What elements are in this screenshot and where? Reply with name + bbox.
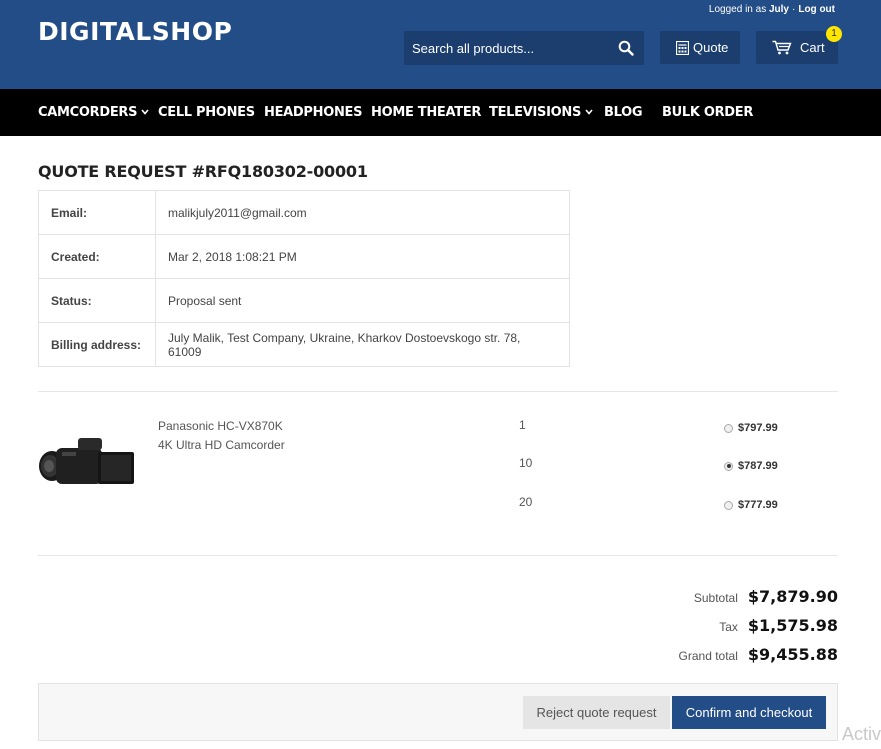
table-row: Status: Proposal sent	[38, 278, 570, 323]
product-description: 4K Ultra HD Camcorder	[158, 438, 285, 452]
quote-button[interactable]: Quote	[660, 31, 740, 64]
product-name[interactable]: Panasonic HC-VX870K 4K Ultra HD Camcorde…	[158, 417, 285, 455]
action-bar: Reject quote request Confirm and checkou…	[38, 683, 838, 741]
divider	[38, 555, 838, 556]
tier-quantity: 20	[519, 495, 533, 509]
product-model: Panasonic HC-VX870K	[158, 419, 283, 433]
grand-total-label: Grand total	[678, 649, 738, 663]
logo[interactable]: DIGITALSHOP	[38, 17, 232, 46]
grand-total-value: $9,455.88	[747, 645, 838, 664]
nav-headphones[interactable]: HEADPHONES	[264, 89, 363, 136]
subtotal-value: $7,879.90	[747, 587, 838, 606]
search-icon[interactable]	[618, 40, 634, 56]
tier-price: $797.99	[738, 422, 778, 434]
detail-key: Billing address:	[38, 322, 156, 367]
nav-blog[interactable]: BLOG	[604, 89, 643, 136]
divider	[38, 391, 838, 392]
username: July	[768, 4, 789, 15]
quote-label: Quote	[693, 40, 729, 55]
cart-label: Cart	[800, 40, 825, 55]
tier-radio[interactable]	[724, 423, 733, 433]
detail-value-status: Proposal sent	[155, 278, 570, 323]
cart-icon	[772, 40, 792, 55]
tier-price: $777.99	[738, 499, 778, 511]
logout-link[interactable]: Log out	[798, 4, 835, 15]
detail-value-created: Mar 2, 2018 1:08:21 PM	[155, 234, 570, 279]
nav-televisions[interactable]: TELEVISIONS	[489, 89, 593, 136]
search-box	[404, 31, 644, 65]
table-row: Billing address: July Malik, Test Compan…	[38, 322, 570, 367]
nav-camcorders[interactable]: CAMCORDERS	[38, 89, 149, 136]
subtotal-label: Subtotal	[693, 591, 738, 605]
detail-key: Status:	[38, 278, 156, 323]
nav-cell-phones[interactable]: CELL PHONES	[158, 89, 255, 136]
login-status: Logged in as July · Log out	[708, 4, 835, 15]
detail-value-billing-address: July Malik, Test Company, Ukraine, Khark…	[155, 322, 570, 367]
tax-label: Tax	[719, 620, 738, 634]
nav-label: TELEVISIONS	[489, 105, 582, 120]
detail-value-email: malikjuly2011@gmail.com	[155, 190, 570, 235]
tier-radio[interactable]	[724, 500, 733, 510]
quote-details-table: Email: malikjuly2011@gmail.com Created: …	[38, 190, 570, 367]
table-row: Email: malikjuly2011@gmail.com	[38, 190, 570, 235]
nav-home-theater[interactable]: HOME THEATER	[371, 89, 481, 136]
price-tier-option[interactable]: $777.99	[724, 499, 778, 511]
login-prefix: Logged in as	[708, 4, 767, 15]
price-tier-option[interactable]: $787.99	[724, 460, 778, 472]
chevron-down-icon	[585, 109, 593, 115]
tier-radio-selected[interactable]	[724, 461, 733, 471]
site-header: DIGITALSHOP Logged in as July·Log out Qu…	[0, 0, 881, 89]
price-tier-option[interactable]: $797.99	[724, 422, 778, 434]
search-input[interactable]	[412, 31, 612, 65]
reject-quote-button[interactable]: Reject quote request	[523, 696, 670, 729]
cart-count-badge: 1	[826, 26, 842, 42]
detail-key: Email:	[38, 190, 156, 235]
tier-price: $787.99	[738, 460, 778, 472]
page-title: QUOTE REQUEST #RFQ180302-00001	[38, 162, 368, 181]
tier-quantity: 1	[519, 418, 526, 432]
subtotal-row: Subtotal $7,879.90	[694, 587, 838, 606]
calculator-icon	[676, 40, 689, 55]
main-nav: CAMCORDERS CELL PHONES HEADPHONES HOME T…	[0, 89, 881, 136]
table-row: Created: Mar 2, 2018 1:08:21 PM	[38, 234, 570, 279]
tier-quantity: 10	[519, 456, 533, 470]
tax-row: Tax $1,575.98	[719, 616, 838, 635]
detail-key: Created:	[38, 234, 156, 279]
nav-bulk-order[interactable]: BULK ORDER	[662, 89, 753, 136]
confirm-checkout-button[interactable]: Confirm and checkout	[672, 696, 826, 729]
activation-watermark: Activ	[842, 724, 881, 744]
tax-value: $1,575.98	[747, 616, 838, 635]
grand-total-row: Grand total $9,455.88	[679, 645, 838, 664]
camcorder-image[interactable]	[38, 432, 136, 492]
chevron-down-icon	[141, 109, 149, 115]
nav-label: CAMCORDERS	[38, 105, 138, 120]
